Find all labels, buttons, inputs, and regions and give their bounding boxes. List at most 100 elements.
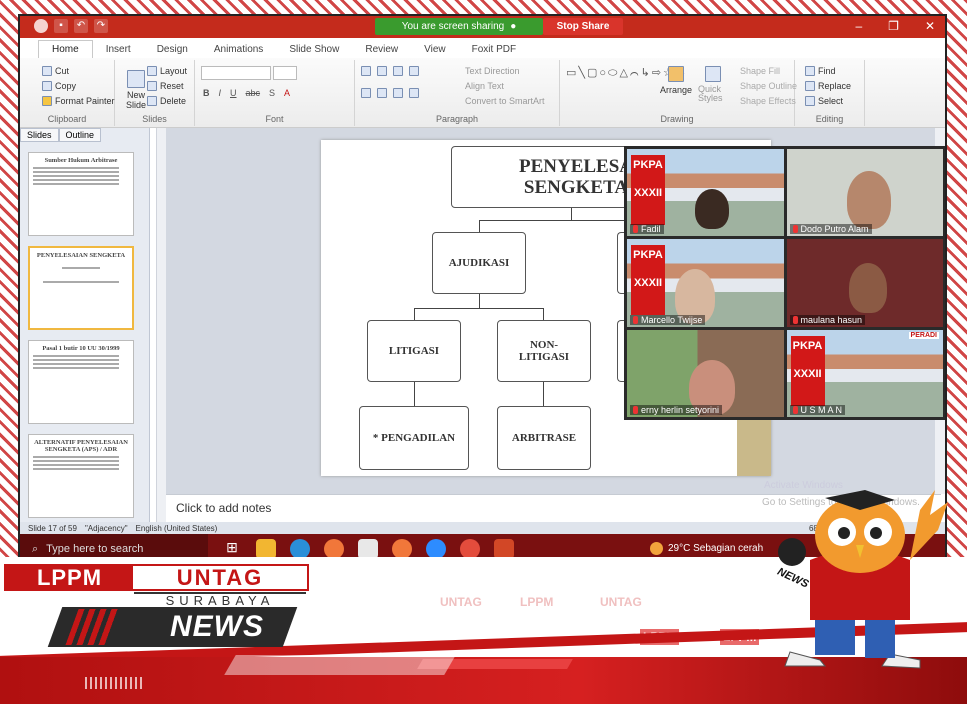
mic-muted-icon [792, 315, 798, 324]
participant-tile[interactable]: PKPA XXXII Fadil [627, 149, 784, 237]
format-painter-button[interactable]: Format Painter [42, 96, 115, 106]
layout-button[interactable]: Layout [147, 66, 187, 76]
tab-slide-show[interactable]: Slide Show [276, 41, 352, 58]
quick-styles-button[interactable]: Quick Styles [698, 66, 728, 103]
numbering-icon[interactable] [377, 66, 387, 76]
font-color-icon[interactable]: A [284, 88, 290, 98]
stop-share-label: Stop Share [556, 21, 610, 32]
bold-icon[interactable]: B [203, 88, 210, 98]
slide-thumbnail[interactable]: ALTERNATIF PENYELESAIAN SENGKETA (APS) /… [28, 434, 134, 518]
file-explorer-icon[interactable] [256, 539, 276, 559]
watermark-untag: UNTAG [600, 595, 642, 609]
tab-outline[interactable]: Outline [58, 128, 102, 142]
convert-smartart-button[interactable]: Convert to SmartArt [465, 96, 545, 106]
redo-icon[interactable]: ↷ [94, 19, 108, 33]
bullets-icon[interactable] [361, 66, 371, 76]
tab-home[interactable]: Home [38, 40, 93, 58]
copy-button[interactable]: Copy [42, 81, 76, 91]
save-icon[interactable]: ▪ [54, 19, 68, 33]
firefox-icon[interactable] [324, 539, 344, 559]
node-arbitrase-label: ARBITRASE [511, 432, 577, 444]
select-button[interactable]: Select [805, 96, 843, 106]
theme-name: "Adjacency" [84, 523, 128, 533]
slide-title-line2: SENGKETA [523, 177, 629, 198]
thumbnail-line [33, 175, 120, 177]
quick-styles-label: Quick Styles [698, 84, 723, 103]
node-arbitrase[interactable]: ARBITRASE [497, 406, 591, 470]
slide-title-line1: PENYELESA [518, 156, 634, 177]
participant-tile[interactable]: maulana hasun [786, 239, 943, 327]
slides-pane-scrollbar[interactable] [156, 128, 166, 522]
strike-icon[interactable]: abc [246, 88, 261, 98]
thumbnail-title: Pasal 1 butir 10 UU 30/1999 [42, 345, 120, 352]
drawing-caption: Drawing [660, 114, 694, 124]
thumbnail-line [33, 183, 120, 185]
align-left-icon[interactable] [361, 88, 371, 98]
node-non-litigasi[interactable]: NON- LITIGASI [497, 320, 591, 382]
participant-tile[interactable]: PKPA XXXII Marcello Twijse [627, 239, 784, 327]
participant-name: Marcello Twijse [641, 314, 703, 325]
indent-icon[interactable] [393, 66, 403, 76]
undo-icon[interactable]: ↶ [74, 19, 88, 33]
participant-tile[interactable]: Dodo Putro Alam [786, 149, 943, 237]
delete-button[interactable]: Delete [147, 96, 186, 106]
shape-fill-button[interactable]: Shape Fill [740, 66, 780, 76]
underline-icon[interactable]: U [230, 88, 237, 98]
justify-icon[interactable] [409, 88, 419, 98]
italic-icon[interactable]: I [219, 88, 222, 98]
outdent-icon[interactable] [409, 66, 419, 76]
zoom-icon[interactable] [426, 539, 446, 559]
edge-icon[interactable] [290, 539, 310, 559]
reset-button[interactable]: Reset [147, 81, 184, 91]
participant-tile[interactable]: PKPA XXXII PERADI U S M A N [786, 329, 943, 417]
shape-outline-button[interactable]: Shape Outline [740, 81, 797, 91]
tab-design[interactable]: Design [144, 41, 201, 58]
pkpa-number: XXXII [633, 277, 663, 290]
mascot-waving-hand [910, 490, 948, 560]
connector-line [543, 382, 545, 406]
close-icon[interactable]: ✕ [925, 19, 935, 33]
arrange-button[interactable]: Arrange [660, 66, 692, 95]
stop-share-button[interactable]: Stop Share [543, 18, 623, 35]
pane-tabs: Slides Outline [20, 128, 149, 142]
node-litigasi[interactable]: LITIGASI [367, 320, 461, 382]
tab-animations[interactable]: Animations [201, 41, 276, 58]
thumbnail-line [33, 367, 120, 369]
font-size-box[interactable] [273, 66, 297, 80]
cut-button[interactable]: Cut [42, 66, 69, 76]
align-center-icon[interactable] [377, 88, 387, 98]
firefox-icon[interactable] [392, 539, 412, 559]
shadow-icon[interactable]: S [269, 88, 275, 98]
participant-tile[interactable]: erny herlin setyorini [627, 329, 784, 417]
powerpoint-icon[interactable] [494, 539, 514, 559]
node-pengadilan[interactable]: * PENGADILAN [359, 406, 469, 470]
tab-foxit-pdf[interactable]: Foxit PDF [459, 41, 529, 58]
node-litigasi-label: LITIGASI [388, 345, 440, 357]
slide-thumbnail[interactable]: Sumber Hukum Arbitrase [28, 152, 134, 236]
text-direction-button[interactable]: Text Direction [465, 66, 520, 76]
weather-widget[interactable]: 29°C Sebagian cerah [650, 542, 763, 555]
node-ajudikasi[interactable]: AJUDIKASI [432, 232, 526, 294]
office-button-icon[interactable] [34, 19, 48, 33]
restore-icon[interactable]: ❐ [888, 19, 899, 33]
shape-effects-button[interactable]: Shape Effects [740, 96, 796, 106]
tab-insert[interactable]: Insert [93, 41, 144, 58]
slide-thumbnail[interactable]: Pasal 1 butir 10 UU 30/1999 [28, 340, 134, 424]
minimize-icon[interactable]: – [855, 19, 862, 33]
align-right-icon[interactable] [393, 88, 403, 98]
powerpoint-title-bar: ▪ ↶ ↷ You are screen sharing ● Stop Shar… [20, 16, 945, 38]
slide-thumbnail-selected[interactable]: PENYELESAIAN SENGKETA [28, 246, 134, 330]
align-text-button[interactable]: Align Text [465, 81, 504, 91]
editing-group: Find Replace Select Editing [795, 60, 865, 126]
tab-slides[interactable]: Slides [20, 128, 59, 142]
tab-review[interactable]: Review [352, 41, 411, 58]
find-button[interactable]: Find [805, 66, 836, 76]
font-name-box[interactable] [201, 66, 271, 80]
replace-button[interactable]: Replace [805, 81, 851, 91]
task-view-icon[interactable]: ⊞ [222, 539, 242, 559]
chrome-icon[interactable] [460, 539, 480, 559]
calendar-icon[interactable] [358, 539, 378, 559]
language[interactable]: English (United States) [136, 524, 218, 533]
tab-view[interactable]: View [411, 41, 459, 58]
connector-line [479, 220, 481, 232]
